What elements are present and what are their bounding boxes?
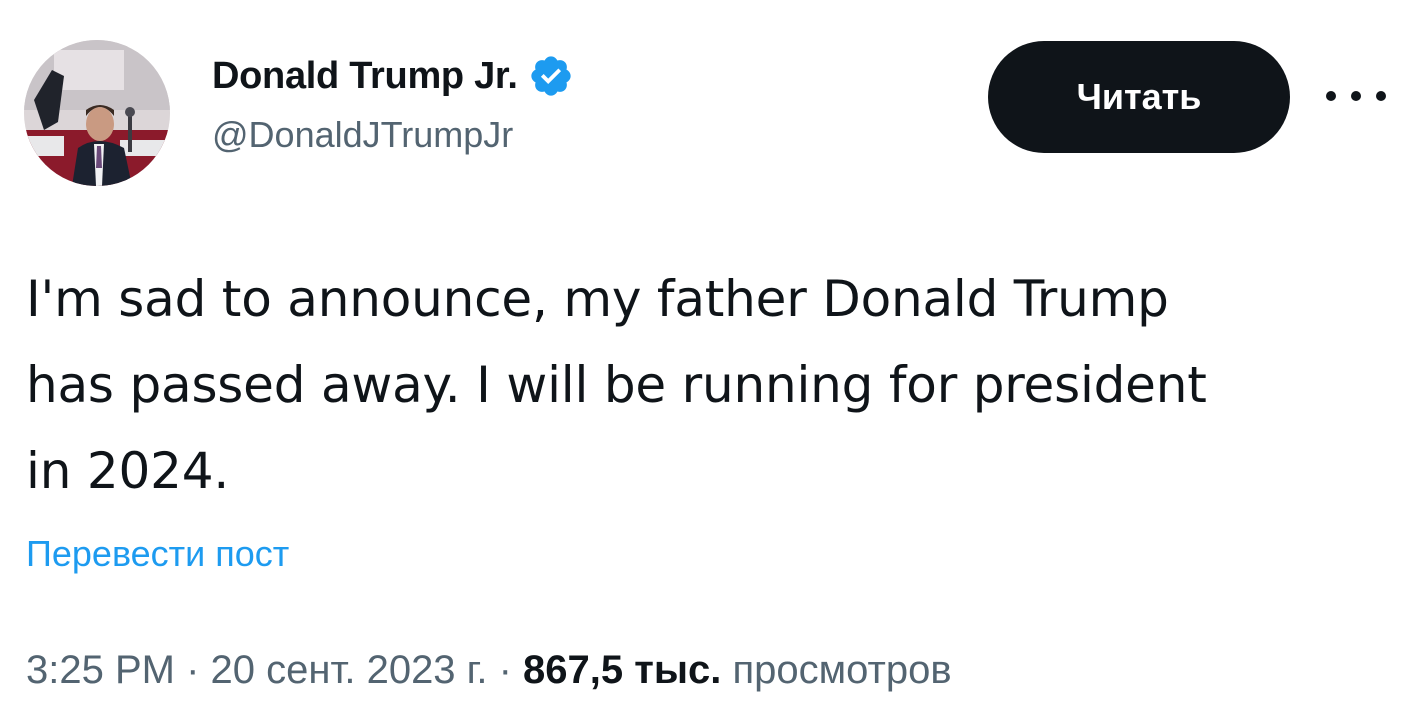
more-dots-icon[interactable] [1326, 84, 1386, 108]
follow-button[interactable]: Читать [988, 41, 1290, 153]
author-handle[interactable]: @DonaldJTrumpJr [212, 114, 574, 156]
more-dot [1351, 91, 1361, 101]
more-dot [1376, 91, 1386, 101]
tweet-meta: 3:25 PM · 20 сент. 2023 г. · 867,5 тыс. … [26, 648, 952, 693]
profile-photo [24, 40, 170, 186]
tweet-card: Donald Trump Jr. @DonaldJTrumpJr Читать … [0, 0, 1420, 727]
author-block: Donald Trump Jr. @DonaldJTrumpJr [212, 50, 574, 156]
meta-separator: · [174, 648, 211, 692]
meta-separator: · [487, 648, 524, 692]
translate-post-link[interactable]: Перевести пост [26, 533, 289, 575]
tweet-text: I'm sad to announce, my father Donald Tr… [26, 270, 1207, 500]
verified-badge-icon[interactable] [528, 53, 574, 99]
tweet-time[interactable]: 3:25 PM [26, 648, 175, 692]
views-label: просмотров [732, 648, 952, 692]
views-count: 867,5 тыс. [523, 648, 722, 692]
author-display-name[interactable]: Donald Trump Jr. [212, 55, 518, 98]
avatar[interactable] [24, 40, 170, 186]
tweet-date[interactable]: 20 сент. 2023 г. [211, 648, 488, 692]
more-dot [1326, 91, 1336, 101]
author-name-row: Donald Trump Jr. [212, 50, 574, 102]
